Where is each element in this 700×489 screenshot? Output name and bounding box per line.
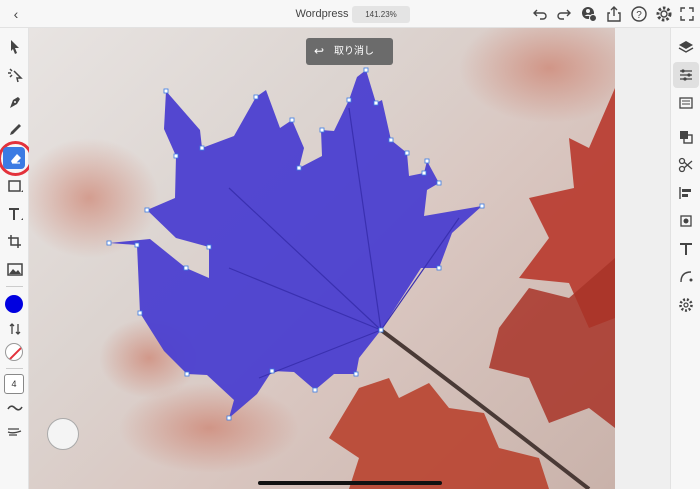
- pen-icon[interactable]: [5, 92, 25, 112]
- canvas[interactable]: [29, 28, 670, 489]
- rectangle-icon[interactable]: [5, 176, 25, 196]
- background-photo: [29, 28, 615, 489]
- divider: [6, 368, 23, 369]
- align-icon[interactable]: [677, 184, 695, 202]
- chevron-left-icon[interactable]: ‹: [8, 5, 24, 23]
- eraser-icon[interactable]: [5, 148, 25, 168]
- undo-toast-label: 取り消し: [334, 46, 374, 57]
- add-user-icon[interactable]: [580, 5, 598, 23]
- scissors-icon[interactable]: [677, 156, 695, 174]
- selection-icon[interactable]: [5, 37, 25, 57]
- zoom-level[interactable]: 141.23%: [352, 6, 410, 23]
- right-toolbar: [670, 28, 700, 489]
- undo-toast[interactable]: ↩ 取り消し: [306, 38, 393, 65]
- path-icon[interactable]: [677, 128, 695, 146]
- top-bar: ‹ Wordpress 141.23% ?: [0, 0, 700, 28]
- text-icon[interactable]: [5, 204, 25, 224]
- settings-icon[interactable]: [677, 296, 695, 314]
- undo-icon[interactable]: [531, 5, 549, 23]
- stroke-style-icon[interactable]: [5, 398, 25, 418]
- home-indicator[interactable]: [258, 481, 442, 485]
- curve-icon[interactable]: [677, 268, 695, 286]
- fullscreen-icon[interactable]: [678, 5, 696, 23]
- type-icon[interactable]: [677, 240, 695, 258]
- properties-icon[interactable]: [677, 66, 695, 84]
- transform-icon[interactable]: [677, 212, 695, 230]
- help-icon[interactable]: ?: [630, 5, 648, 23]
- fill-color-swatch[interactable]: [5, 295, 23, 313]
- gear-icon[interactable]: [655, 5, 673, 23]
- touch-shortcut-button[interactable]: [47, 418, 79, 450]
- share-icon[interactable]: [605, 5, 623, 23]
- left-toolbar: 4: [0, 28, 33, 489]
- brush-settings-icon[interactable]: [5, 422, 25, 442]
- layers-icon[interactable]: [677, 38, 695, 56]
- pencil-icon[interactable]: [5, 120, 25, 140]
- undo-icon: ↩: [314, 44, 325, 58]
- libraries-icon[interactable]: [677, 94, 695, 112]
- svg-text:?: ?: [636, 10, 642, 21]
- direct-selection-icon[interactable]: [5, 65, 25, 85]
- redo-icon[interactable]: [555, 5, 573, 23]
- stroke-color-none[interactable]: [5, 343, 23, 361]
- stroke-width-value[interactable]: 4: [4, 374, 24, 394]
- image-icon[interactable]: [5, 259, 25, 279]
- crop-icon[interactable]: [5, 232, 25, 252]
- swap-colors-icon[interactable]: [5, 319, 25, 339]
- divider: [6, 286, 23, 287]
